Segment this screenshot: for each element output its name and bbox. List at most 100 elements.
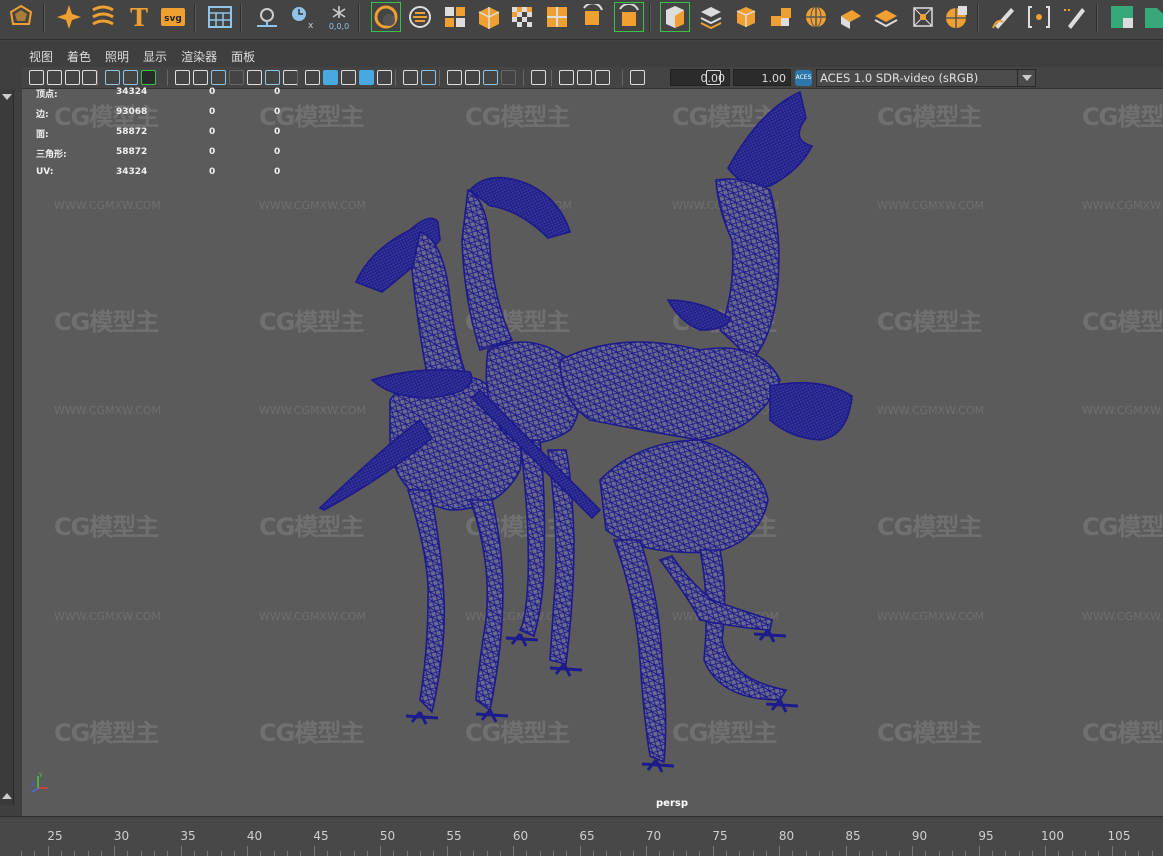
menu-renderer[interactable]: 渲染器 xyxy=(174,46,224,66)
viewport-persp[interactable]: CG模型主CG模型主CG模型主CG模型主CG模型主CG模型主CG模型主CG模型主… xyxy=(22,89,1163,816)
safe-action-icon[interactable] xyxy=(265,70,280,85)
default-material-icon[interactable] xyxy=(341,70,356,85)
svg-icon[interactable]: svg xyxy=(158,2,188,32)
xray-joints-icon[interactable] xyxy=(559,70,574,85)
timeline-tick xyxy=(167,851,169,856)
scroll-up-icon[interactable] xyxy=(2,94,12,100)
resolution-gate-icon[interactable] xyxy=(211,70,226,85)
quad-split-icon[interactable] xyxy=(440,2,470,32)
sparkle-star-icon[interactable] xyxy=(54,2,84,32)
wireframe-model[interactable] xyxy=(22,89,1163,816)
time-slider[interactable]: 25 30 35 40 45 50 55 60 65 70 75 80 85 90 95 100 105 xyxy=(0,816,1163,856)
grid-2d-icon[interactable] xyxy=(123,70,138,85)
grid-panel-icon[interactable] xyxy=(205,2,235,32)
shadows-icon[interactable] xyxy=(421,70,436,85)
box-open-icon[interactable] xyxy=(474,2,504,32)
circle-tool-icon[interactable] xyxy=(405,2,435,32)
bird-foot[interactable] xyxy=(475,709,509,723)
field-chart-icon[interactable] xyxy=(247,70,262,85)
cube-orange-icon[interactable] xyxy=(731,2,761,32)
bird-foot[interactable] xyxy=(641,759,675,773)
rotate-quad-highlight-icon[interactable] xyxy=(614,2,644,32)
exposure-icon[interactable] xyxy=(630,70,645,85)
quad-fill-icon[interactable] xyxy=(542,2,572,32)
isolate-select-icon[interactable] xyxy=(531,70,546,85)
polygon-icon[interactable] xyxy=(6,2,36,32)
layers-flat-icon[interactable] xyxy=(871,2,901,32)
exposure-field[interactable]: 0.00 xyxy=(670,69,730,86)
side-scroll-strip[interactable] xyxy=(0,90,14,805)
chevron-down-icon[interactable] xyxy=(1017,70,1035,86)
wireframe-on-shaded-icon[interactable] xyxy=(359,70,374,85)
menu-show[interactable]: 显示 xyxy=(136,46,174,66)
gamma-field[interactable]: 1.00 xyxy=(733,69,791,86)
bird-mid-leg1[interactable] xyxy=(518,439,546,638)
smooth-shade-icon[interactable] xyxy=(323,70,338,85)
bird-right-leg1[interactable] xyxy=(612,539,667,764)
bird-mid-neck[interactable] xyxy=(461,188,514,352)
scroll-down-icon[interactable] xyxy=(2,793,12,799)
grid-toggle-icon[interactable] xyxy=(175,70,190,85)
bracket-select-icon[interactable] xyxy=(1024,2,1054,32)
text-icon[interactable]: T xyxy=(124,2,154,32)
bird-right-body[interactable] xyxy=(599,439,769,554)
measure-distance-icon[interactable] xyxy=(252,2,282,32)
camera-lock-icon[interactable] xyxy=(47,70,62,85)
cube-tail-icon[interactable] xyxy=(1141,2,1163,32)
menu-lighting[interactable]: 照明 xyxy=(98,46,136,66)
bird-right-crest[interactable] xyxy=(666,299,731,331)
checker-grid-icon[interactable] xyxy=(507,2,537,32)
multisample-icon[interactable] xyxy=(483,70,498,85)
bend-text-icon[interactable] xyxy=(88,2,118,32)
cage-ring-icon[interactable] xyxy=(371,2,401,32)
timeline-tick-label: 45 xyxy=(313,829,329,843)
colorspace-select[interactable]: ACES 1.0 SDR-video (sRGB) xyxy=(816,69,1036,87)
image-plane-icon[interactable] xyxy=(105,70,120,85)
stack-layers-icon[interactable] xyxy=(696,2,726,32)
color-management-icon[interactable]: ACES xyxy=(795,70,812,86)
bookmark-icon[interactable] xyxy=(82,70,97,85)
menu-panels[interactable]: 面板 xyxy=(224,46,262,66)
bird-left-neck[interactable] xyxy=(411,230,470,391)
bird-left-leg2[interactable] xyxy=(468,499,504,712)
shelf-separator xyxy=(649,4,651,32)
gate-mask-icon[interactable] xyxy=(229,70,244,85)
menu-view[interactable]: 视图 xyxy=(22,46,60,66)
pen-dotted-icon[interactable] xyxy=(1060,2,1090,32)
bird-foot[interactable] xyxy=(753,629,787,643)
pen-curve-icon[interactable] xyxy=(989,2,1019,32)
camera-select-icon[interactable] xyxy=(29,70,44,85)
bird-left-leg1[interactable] xyxy=(406,489,446,714)
safe-title-icon[interactable] xyxy=(283,70,298,85)
cube-corner-icon[interactable] xyxy=(660,2,690,32)
bird-foot[interactable] xyxy=(549,663,583,677)
use-lights-icon[interactable] xyxy=(403,70,418,85)
bird-foot[interactable] xyxy=(405,711,439,725)
clock-param-icon[interactable]: x xyxy=(287,2,317,32)
backface-cull-icon[interactable] xyxy=(595,70,610,85)
dof-icon[interactable] xyxy=(501,70,516,85)
xray-active-icon[interactable] xyxy=(577,70,592,85)
bounding-box-icon[interactable] xyxy=(908,2,938,32)
xray-icon[interactable] xyxy=(377,70,392,85)
sphere-grid-icon[interactable] xyxy=(801,2,831,32)
bird-right-neck[interactable] xyxy=(715,178,780,362)
film-gate-icon[interactable] xyxy=(193,70,208,85)
bird-right-upper-body[interactable] xyxy=(559,341,781,441)
bird-right-head[interactable] xyxy=(727,90,814,188)
motion-blur-icon[interactable] xyxy=(465,70,480,85)
gamma-icon[interactable] xyxy=(706,70,721,85)
cubes-group-icon[interactable] xyxy=(766,2,796,32)
sphere-cut-icon[interactable] xyxy=(941,2,971,32)
cube-slant-icon[interactable] xyxy=(836,2,866,32)
bird-foot[interactable] xyxy=(765,699,799,713)
bird-right-wing[interactable] xyxy=(769,381,853,441)
pen-grease-icon[interactable] xyxy=(141,70,156,85)
snowflake-icon[interactable]: 0,0,0 xyxy=(324,2,354,32)
wireframe-icon[interactable] xyxy=(305,70,320,85)
camera-attr-icon[interactable] xyxy=(65,70,80,85)
cube-green-icon[interactable] xyxy=(1107,2,1137,32)
menu-shading[interactable]: 着色 xyxy=(60,46,98,66)
screen-ao-icon[interactable] xyxy=(447,70,462,85)
rotate-quad-icon[interactable] xyxy=(578,2,608,32)
